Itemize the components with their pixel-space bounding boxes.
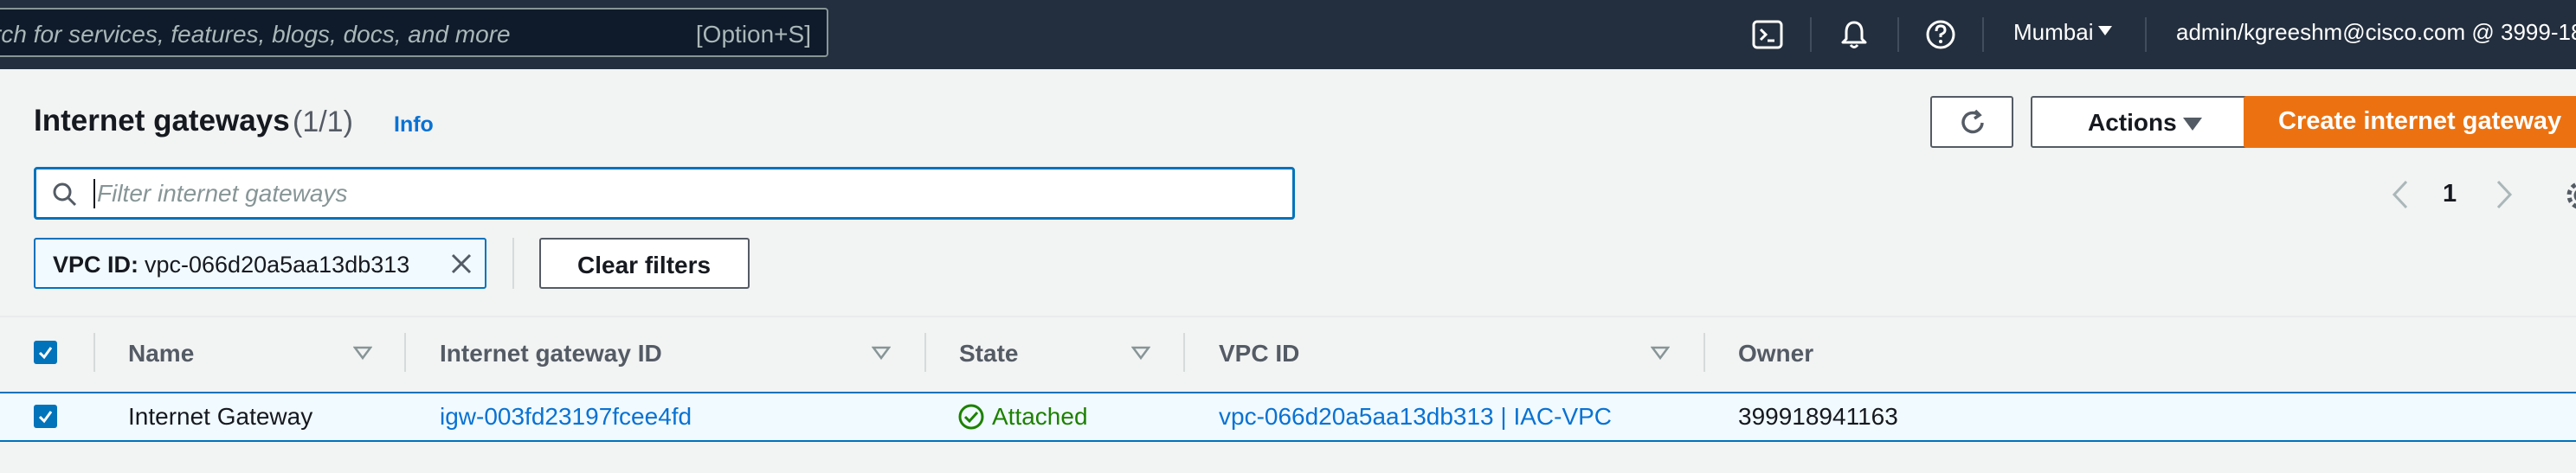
column-header-igw-id[interactable]: Internet gateway ID — [440, 340, 662, 368]
checkmark-icon — [38, 411, 53, 424]
column-header-vpc-id[interactable]: VPC ID — [1219, 340, 1299, 368]
filter-divider — [512, 238, 514, 289]
search-shortcut-hint: [Option+S] — [695, 21, 811, 48]
preferences-gear-icon[interactable] — [2562, 176, 2576, 214]
success-check-circle-icon — [958, 404, 984, 430]
column-header-name[interactable]: Name — [128, 340, 194, 368]
cell-name: Internet Gateway — [128, 403, 313, 430]
column-header-state[interactable]: State — [959, 340, 1018, 368]
clear-filters-label: Clear filters — [577, 252, 712, 278]
account-menu[interactable]: admin/kgreeshm@cisco.com @ 3999-1894-116… — [2176, 19, 2576, 46]
token-value: vpc-066d20a5aa13db313 — [145, 252, 410, 278]
sort-caret-icon[interactable] — [1131, 345, 1150, 361]
cell-owner: 399918941163 — [1738, 403, 1898, 430]
cell-igw-id-link[interactable]: igw-003fd23197fcee4fd — [440, 403, 692, 431]
clear-filters-button[interactable]: Clear filters — [539, 238, 750, 289]
global-search-input[interactable]: rch for services, features, blogs, docs,… — [0, 8, 828, 57]
sort-caret-icon[interactable] — [1651, 345, 1670, 361]
topbar-separator — [1897, 17, 1899, 52]
search-icon — [53, 182, 77, 207]
selection-count: (1/1) — [293, 105, 353, 138]
column-separator — [404, 333, 406, 372]
cell-vpc-id-link[interactable]: vpc-066d20a5aa13db313 | IAC-VPC — [1219, 403, 1612, 431]
next-page-icon[interactable] — [2489, 178, 2517, 211]
token-label: VPC ID: — [53, 252, 139, 278]
sort-caret-icon[interactable] — [872, 345, 891, 361]
current-page-number[interactable]: 1 — [2443, 180, 2457, 208]
filter-internet-gateways-input[interactable]: Filter internet gateways — [34, 167, 1295, 220]
region-dropdown-caret-icon[interactable] — [2098, 26, 2112, 35]
text-cursor — [93, 179, 95, 208]
global-search-placeholder: rch for services, features, blogs, docs,… — [0, 21, 511, 48]
column-separator — [1183, 333, 1185, 372]
topbar-separator — [1982, 17, 1984, 52]
column-separator — [93, 333, 95, 372]
actions-dropdown-button[interactable]: Actions — [2031, 96, 2271, 148]
refresh-button[interactable] — [1930, 96, 2013, 148]
sort-caret-icon[interactable] — [353, 345, 372, 361]
remove-token-close-icon[interactable] — [448, 250, 475, 278]
select-all-checkbox[interactable] — [34, 341, 57, 364]
column-separator — [1703, 333, 1705, 372]
cloudshell-icon[interactable] — [1748, 16, 1787, 54]
notifications-bell-icon[interactable] — [1835, 16, 1873, 54]
column-separator — [924, 333, 926, 372]
checkmark-icon — [38, 347, 53, 360]
top-nav-bar: rch for services, features, blogs, docs,… — [0, 0, 2576, 69]
table-top-divider — [0, 316, 2576, 317]
create-button-label: Create internet gateway — [2278, 107, 2562, 135]
cell-state: Attached — [992, 403, 1088, 430]
help-icon[interactable] — [1922, 16, 1960, 54]
region-selector[interactable]: Mumbai — [2013, 19, 2093, 46]
create-internet-gateway-button[interactable]: Create internet gateway — [2244, 96, 2576, 148]
row-select-checkbox[interactable] — [34, 405, 57, 428]
refresh-icon — [1961, 109, 1984, 134]
filter-placeholder: Filter internet gateways — [97, 180, 348, 207]
column-header-owner[interactable]: Owner — [1738, 340, 1813, 368]
actions-label: Actions — [2088, 109, 2177, 136]
info-link[interactable]: Info — [394, 112, 434, 137]
page-title: Internet gateways — [34, 104, 290, 137]
caret-down-icon — [2183, 118, 2202, 131]
vpc-id-filter-token: VPC ID: vpc-066d20a5aa13db313 — [34, 238, 486, 289]
topbar-separator — [2145, 17, 2147, 52]
previous-page-icon[interactable] — [2387, 178, 2415, 211]
topbar-separator — [1810, 17, 1812, 52]
